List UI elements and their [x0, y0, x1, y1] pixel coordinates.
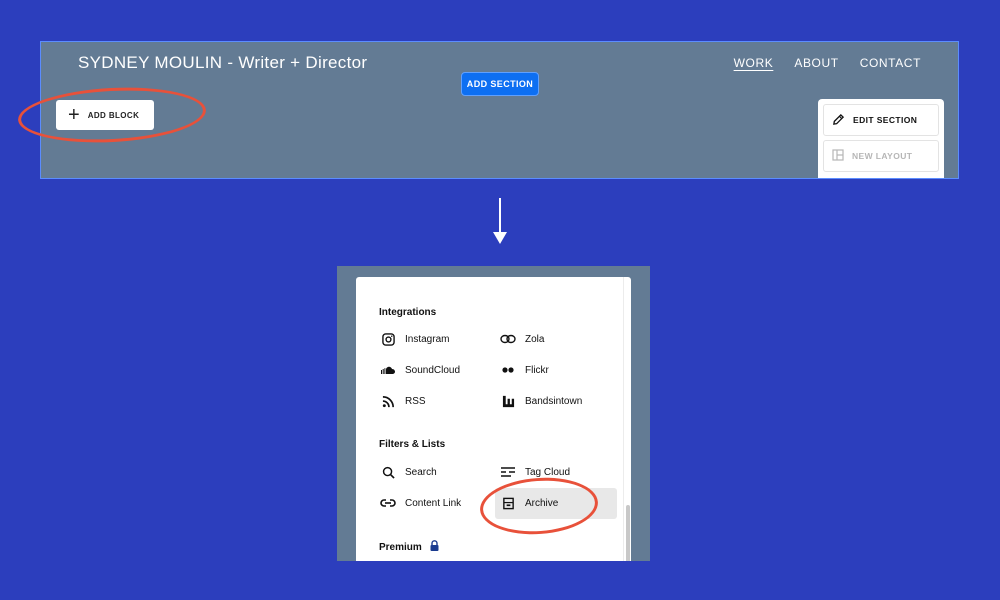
block-content-link-label: Content Link — [405, 497, 462, 509]
integrations-heading: Integrations — [379, 307, 437, 318]
instagram-icon — [380, 331, 396, 347]
block-zola-label: Zola — [525, 333, 545, 345]
archive-icon — [500, 496, 516, 512]
block-soundcloud[interactable]: SoundCloud — [380, 356, 500, 384]
tag-cloud-icon — [500, 464, 516, 480]
search-icon — [380, 464, 396, 480]
block-soundcloud-label: SoundCloud — [405, 364, 461, 376]
block-tag-cloud-label: Tag Cloud — [525, 466, 571, 478]
block-bandsintown[interactable]: Bandsintown — [500, 387, 620, 415]
section-menu: EDIT SECTION NEW LAYOUT — [818, 99, 944, 178]
block-search[interactable]: Search — [380, 458, 500, 486]
block-instagram-label: Instagram — [405, 333, 450, 345]
site-title[interactable]: SYDNEY MOULIN - Writer + Director — [78, 53, 367, 73]
nav-contact[interactable]: CONTACT — [860, 56, 921, 70]
pencil-icon — [832, 113, 845, 128]
nav-work[interactable]: WORK — [734, 56, 774, 70]
block-archive-label: Archive — [525, 498, 559, 509]
scrollbar-track — [623, 277, 624, 561]
site-nav: WORK ABOUT CONTACT — [734, 56, 921, 70]
new-layout-button[interactable]: NEW LAYOUT — [823, 140, 939, 172]
block-search-label: Search — [405, 466, 437, 478]
block-tag-cloud[interactable]: Tag Cloud — [500, 458, 620, 486]
add-block-label: ADD BLOCK — [87, 110, 140, 120]
block-zola[interactable]: Zola — [500, 325, 620, 353]
edit-section-button[interactable]: EDIT SECTION — [823, 104, 939, 136]
lock-icon — [430, 540, 439, 554]
block-archive[interactable]: Archive — [495, 488, 617, 519]
zola-icon — [500, 331, 516, 347]
block-flickr[interactable]: Flickr — [500, 356, 620, 384]
add-section-button[interactable]: ADD SECTION — [461, 72, 539, 96]
premium-label: Premium — [379, 541, 422, 553]
rss-icon — [380, 393, 396, 409]
block-content-link[interactable]: Content Link — [380, 489, 500, 517]
add-block-button[interactable]: + ADD BLOCK — [56, 100, 154, 130]
block-rss[interactable]: RSS — [380, 387, 500, 415]
block-picker-preview: Integrations Instagram Zola SoundCloud F… — [337, 266, 650, 561]
block-flickr-label: Flickr — [525, 364, 549, 376]
block-instagram[interactable]: Instagram — [380, 325, 500, 353]
link-icon — [380, 495, 396, 511]
layout-icon — [832, 149, 844, 163]
site-header-preview: SYDNEY MOULIN - Writer + Director WORK A… — [40, 41, 959, 179]
plus-icon: + — [68, 104, 80, 126]
bandsintown-icon — [500, 393, 516, 409]
block-rss-label: RSS — [405, 395, 426, 407]
premium-heading: Premium — [379, 540, 439, 554]
new-layout-label: NEW LAYOUT — [852, 151, 913, 161]
block-menu: Integrations Instagram Zola SoundCloud F… — [356, 277, 631, 561]
edit-section-label: EDIT SECTION — [853, 115, 918, 125]
flickr-icon — [500, 362, 516, 378]
nav-about[interactable]: ABOUT — [794, 56, 838, 70]
down-arrow-icon — [493, 198, 507, 244]
scrollbar-thumb[interactable] — [626, 505, 630, 561]
block-bandsintown-label: Bandsintown — [525, 395, 583, 407]
filters-lists-heading: Filters & Lists — [379, 439, 446, 450]
soundcloud-icon — [380, 362, 396, 378]
